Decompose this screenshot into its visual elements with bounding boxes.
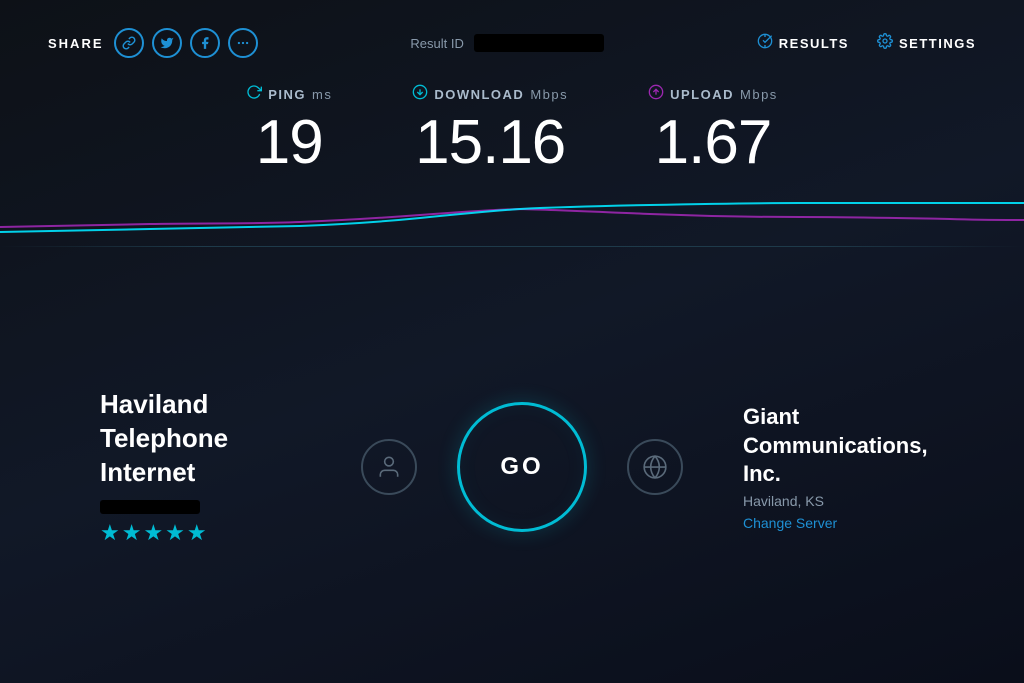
server-location: Haviland, KS xyxy=(743,493,824,509)
stats-section: PING ms 19 DOWNLOAD Mbps 15.16 xyxy=(0,74,1024,182)
download-label-row: DOWNLOAD Mbps xyxy=(412,84,568,105)
ping-value: 19 xyxy=(246,109,332,177)
upload-icon xyxy=(648,84,664,105)
main-content: Haviland Telephone Internet ★★★★★ GO G xyxy=(0,251,1024,683)
results-nav-item[interactable]: RESULTS xyxy=(757,33,849,54)
divider xyxy=(0,246,1024,247)
header: SHARE xyxy=(0,0,1024,74)
result-id-bar xyxy=(474,34,604,52)
user-icon-button[interactable] xyxy=(361,439,417,495)
upload-label: UPLOAD xyxy=(670,87,734,102)
link-share-icon[interactable] xyxy=(114,28,144,58)
upload-unit: Mbps xyxy=(740,87,778,102)
settings-icon xyxy=(877,33,893,54)
result-id-section: Result ID xyxy=(410,34,603,52)
upload-label-row: UPLOAD Mbps xyxy=(648,84,778,105)
go-button[interactable]: GO xyxy=(457,402,587,532)
twitter-share-icon[interactable] xyxy=(152,28,182,58)
share-icons xyxy=(114,28,258,58)
facebook-share-icon[interactable] xyxy=(190,28,220,58)
share-section: SHARE xyxy=(48,28,258,58)
ping-label: PING xyxy=(268,87,306,102)
isp-name: Haviland Telephone Internet xyxy=(100,388,321,489)
server-section: Giant Communications, Inc. Haviland, KS … xyxy=(723,403,964,531)
change-server-button[interactable]: Change Server xyxy=(743,515,837,531)
download-stat: DOWNLOAD Mbps 15.16 xyxy=(412,84,568,177)
nav-section: RESULTS SETTINGS xyxy=(757,33,976,54)
download-unit: Mbps xyxy=(530,87,568,102)
upload-value: 1.67 xyxy=(648,109,778,177)
go-label: GO xyxy=(500,453,543,481)
results-label: RESULTS xyxy=(779,36,849,51)
results-icon xyxy=(757,33,773,54)
globe-icon-button[interactable] xyxy=(627,439,683,495)
result-id-label: Result ID xyxy=(410,36,463,51)
ping-label-row: PING ms xyxy=(246,84,332,105)
ping-stat: PING ms 19 xyxy=(246,84,332,177)
settings-nav-item[interactable]: SETTINGS xyxy=(877,33,976,54)
download-icon xyxy=(412,84,428,105)
settings-label: SETTINGS xyxy=(899,36,976,51)
isp-rating-bar xyxy=(100,500,200,514)
isp-section: Haviland Telephone Internet ★★★★★ xyxy=(60,388,321,545)
app-container: SHARE xyxy=(0,0,1024,683)
more-share-icon[interactable] xyxy=(228,28,258,58)
ping-unit: ms xyxy=(312,87,332,102)
download-value: 15.16 xyxy=(412,109,568,177)
upload-stat: UPLOAD Mbps 1.67 xyxy=(648,84,778,177)
isp-stars: ★★★★★ xyxy=(100,520,209,546)
download-label: DOWNLOAD xyxy=(434,87,524,102)
speed-graph xyxy=(0,182,1024,242)
ping-icon xyxy=(246,84,262,105)
server-name: Giant Communications, Inc. xyxy=(743,403,964,489)
share-label: SHARE xyxy=(48,36,104,51)
